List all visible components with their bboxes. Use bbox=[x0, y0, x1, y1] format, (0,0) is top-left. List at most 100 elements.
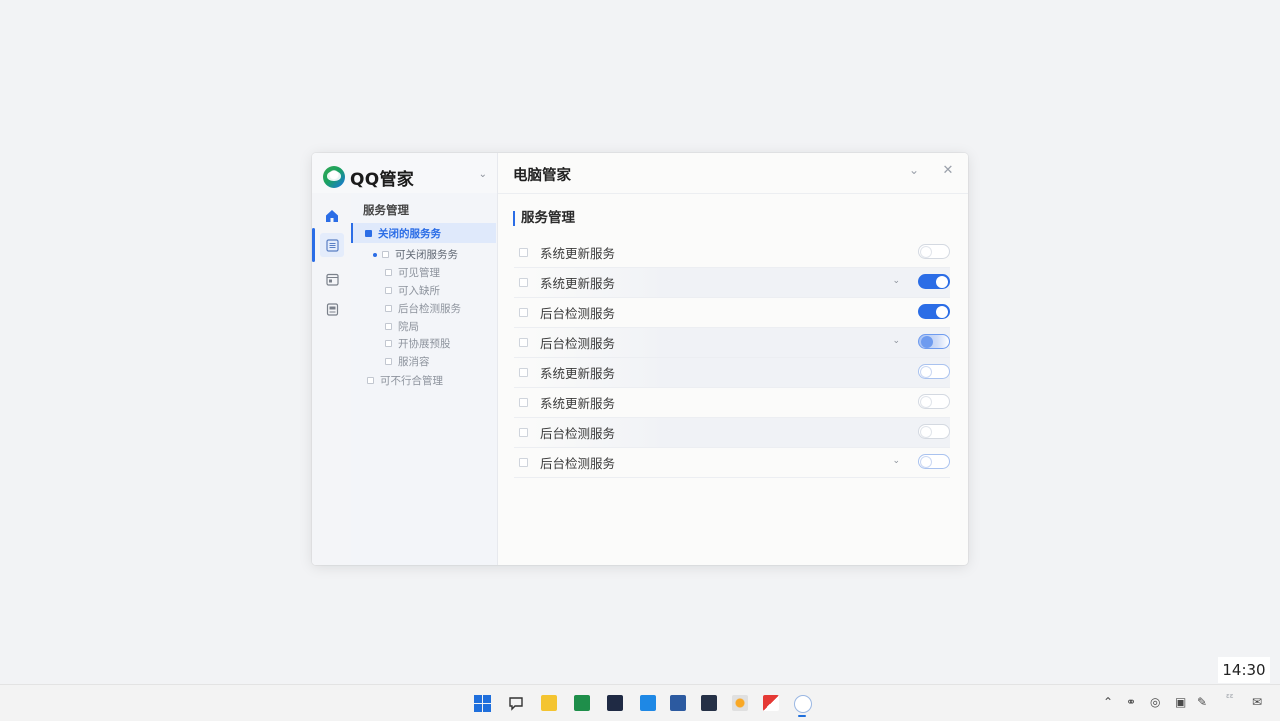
toggle-knob bbox=[920, 426, 932, 438]
network-status-icon[interactable]: ⚭ bbox=[1126, 695, 1136, 709]
left-pane: QQ管家 ⌄ 服务管理 关闭的服务务 可关闭服务务 可见管理 可入缺所 后台检测… bbox=[312, 153, 498, 565]
row-checkbox[interactable] bbox=[519, 248, 528, 257]
chevron-down-icon[interactable]: ⌄ bbox=[892, 456, 900, 466]
home-icon bbox=[326, 210, 338, 222]
media-app-icon[interactable] bbox=[763, 695, 779, 711]
tree-item[interactable]: 院局 bbox=[385, 319, 419, 334]
close-icon[interactable]: ✕ bbox=[939, 163, 957, 178]
terminal-icon[interactable] bbox=[607, 695, 623, 711]
chat-icon[interactable] bbox=[508, 695, 524, 711]
row-checkbox[interactable] bbox=[519, 458, 528, 467]
service-toggle[interactable] bbox=[918, 394, 950, 409]
rail-home-button[interactable] bbox=[320, 204, 344, 228]
service-toggle[interactable] bbox=[918, 334, 950, 349]
settings-app-icon[interactable] bbox=[670, 695, 686, 711]
tree-item[interactable]: 服消容 bbox=[385, 354, 430, 369]
tree-item-label: 可见管理 bbox=[398, 267, 440, 279]
service-toggle[interactable] bbox=[918, 304, 950, 319]
service-name: 后台检测服务 bbox=[540, 456, 616, 471]
service-name: 系统更新服务 bbox=[540, 276, 616, 291]
chevron-down-icon[interactable]: ⌄ bbox=[905, 163, 923, 177]
chevron-down-icon[interactable]: ⌄ bbox=[892, 276, 900, 286]
service-row[interactable]: 系统更新服务 bbox=[514, 358, 950, 388]
start-icon[interactable] bbox=[474, 695, 491, 712]
tree-item-closable-services[interactable]: 可关闭服务务 bbox=[373, 247, 458, 262]
service-toggle[interactable] bbox=[918, 274, 950, 289]
service-row[interactable]: 系统更新服务 ⌄ bbox=[514, 268, 950, 298]
row-checkbox[interactable] bbox=[519, 368, 528, 377]
service-row[interactable]: 后台检测服务 ⌄ bbox=[514, 328, 950, 358]
tree-item-closed-services[interactable]: 关闭的服务务 bbox=[351, 223, 496, 243]
service-toggle[interactable] bbox=[918, 244, 950, 259]
checkbox-icon bbox=[385, 287, 392, 294]
notification-icon[interactable]: ✉ bbox=[1252, 695, 1262, 709]
rail-document-button[interactable] bbox=[320, 297, 344, 321]
tree-item[interactable]: 可不行合管理 bbox=[367, 373, 443, 388]
display-icon[interactable]: ▣ bbox=[1175, 695, 1186, 709]
rail-calendar-button[interactable] bbox=[320, 267, 344, 291]
checkbox-icon bbox=[385, 340, 392, 347]
tree-item-label: 可不行合管理 bbox=[380, 375, 443, 387]
tree-item-label: 关闭的服务务 bbox=[378, 227, 441, 240]
checkbox-icon bbox=[385, 358, 392, 365]
row-checkbox[interactable] bbox=[519, 278, 528, 287]
service-list: 系统更新服务 系统更新服务 ⌄ 后台检测服务 后台检测服务 ⌄ 系统更新服务 系统更新服务 后台… bbox=[514, 238, 950, 478]
taskbar: ⌃ ⚭ ◎ ▣ ✎ ✉ bbox=[0, 684, 1280, 721]
service-row[interactable]: 后台检测服务 ⌄ bbox=[514, 448, 950, 478]
calendar-icon bbox=[325, 273, 339, 286]
photos-icon[interactable] bbox=[640, 695, 656, 711]
tree-item-label: 开协展预股 bbox=[398, 338, 451, 350]
service-name: 系统更新服务 bbox=[540, 366, 616, 381]
clock[interactable]: 14:30 bbox=[1218, 657, 1270, 683]
toggle-knob bbox=[936, 306, 948, 318]
tree-item[interactable]: 后台检测服务 bbox=[385, 301, 461, 316]
service-toggle[interactable] bbox=[918, 364, 950, 379]
tree-item[interactable]: 开协展预股 bbox=[385, 336, 451, 351]
window-header: 电脑管家 ⌄ ✕ bbox=[498, 153, 968, 194]
browser-icon[interactable] bbox=[732, 695, 748, 711]
icon-rail bbox=[312, 193, 351, 565]
brand-header[interactable]: QQ管家 ⌄ bbox=[323, 162, 495, 192]
service-row[interactable]: 后台检测服务 bbox=[514, 298, 950, 328]
service-name: 后台检测服务 bbox=[540, 336, 616, 351]
wifi-icon[interactable]: ◎ bbox=[1150, 695, 1160, 709]
toggle-knob bbox=[920, 366, 932, 378]
row-checkbox[interactable] bbox=[519, 338, 528, 347]
service-name: 后台检测服务 bbox=[540, 426, 616, 441]
service-row[interactable]: 后台检测服务 bbox=[514, 418, 950, 448]
row-checkbox[interactable] bbox=[519, 398, 528, 407]
row-checkbox[interactable] bbox=[519, 428, 528, 437]
chevron-down-icon[interactable]: ⌄ bbox=[892, 336, 900, 346]
chevron-up-icon[interactable]: ⌃ bbox=[1103, 695, 1113, 709]
toggle-knob bbox=[936, 276, 948, 288]
row-checkbox[interactable] bbox=[519, 308, 528, 317]
nav-tree: 服务管理 关闭的服务务 可关闭服务务 可见管理 可入缺所 后台检测服务 院局 开… bbox=[351, 193, 497, 565]
tree-item-label: 可关闭服务务 bbox=[395, 249, 458, 261]
service-toggle[interactable] bbox=[918, 454, 950, 469]
service-name: 系统更新服务 bbox=[540, 396, 616, 411]
tree-item[interactable]: 可见管理 bbox=[385, 265, 440, 280]
checkbox-icon bbox=[385, 269, 392, 276]
tray-text: ɛɛ bbox=[1226, 692, 1234, 700]
chevron-down-icon[interactable]: ⌄ bbox=[479, 169, 487, 180]
service-toggle[interactable] bbox=[918, 424, 950, 439]
rail-list-button[interactable] bbox=[312, 228, 344, 262]
brand-name: QQ管家 bbox=[350, 169, 415, 190]
service-row[interactable]: 系统更新服务 bbox=[514, 388, 950, 418]
checkbox-icon bbox=[382, 251, 389, 258]
toggle-knob bbox=[920, 396, 932, 408]
tree-item-label: 院局 bbox=[398, 321, 419, 333]
tree-item-label: 后台检测服务 bbox=[398, 303, 461, 315]
tree-item[interactable]: 可入缺所 bbox=[385, 283, 440, 298]
dev-tool-icon[interactable] bbox=[701, 695, 717, 711]
toggle-knob bbox=[920, 456, 932, 468]
file-explorer-icon[interactable] bbox=[541, 695, 557, 711]
tree-item-label: 服消容 bbox=[398, 356, 430, 368]
bullet-icon bbox=[373, 252, 377, 257]
qq-manager-window: QQ管家 ⌄ 服务管理 关闭的服务务 可关闭服务务 可见管理 可入缺所 后台检测… bbox=[312, 153, 968, 565]
service-row[interactable]: 系统更新服务 bbox=[514, 238, 950, 268]
list-icon bbox=[325, 238, 339, 252]
spreadsheet-icon[interactable] bbox=[574, 695, 590, 711]
qq-manager-taskbar-icon[interactable] bbox=[794, 695, 812, 713]
edit-icon[interactable]: ✎ bbox=[1197, 695, 1207, 709]
